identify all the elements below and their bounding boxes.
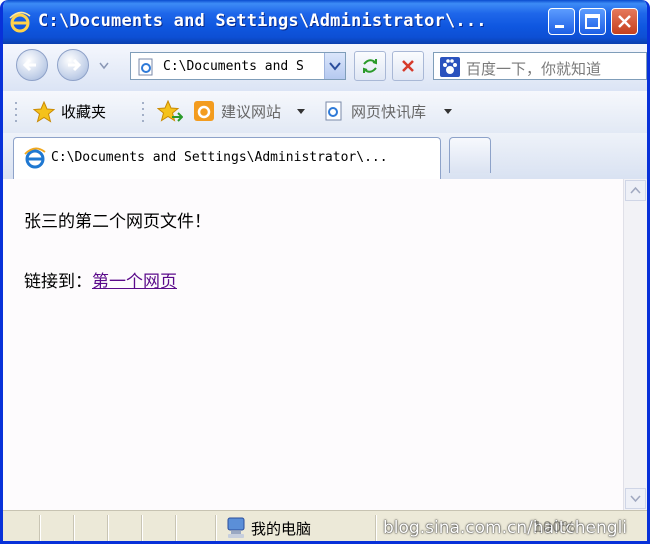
stop-icon <box>402 60 414 72</box>
tab-label: C:\Documents and Settings\Administrator\… <box>51 150 388 165</box>
status-divider <box>73 515 75 541</box>
security-zone-label: 我的电脑 <box>251 520 312 538</box>
first-page-link[interactable]: 第一个网页 <box>92 272 177 292</box>
status-divider <box>141 515 143 541</box>
zoom-level[interactable]: 100% <box>533 518 576 536</box>
scroll-down-button[interactable] <box>625 488 646 509</box>
back-arrow-icon <box>22 58 36 72</box>
status-bar: 我的电脑 blog.sina.com.cn/haitchengli 100% <box>3 510 647 541</box>
window-title: C:\Documents and Settings\Administrator\… <box>38 11 487 31</box>
chevron-up-icon <box>630 186 641 194</box>
baidu-paw-icon <box>440 57 460 77</box>
tab-current[interactable]: C:\Documents and Settings\Administrator\… <box>13 137 441 179</box>
favorites-bar: 收藏夹 建议网站 网页快讯库 <box>3 91 647 134</box>
address-input[interactable]: C:\Documents and S <box>163 59 317 74</box>
ie-logo-icon <box>9 11 31 33</box>
favorites-label: 收藏夹 <box>61 103 107 121</box>
stop-button[interactable] <box>392 51 424 81</box>
status-divider <box>107 515 109 541</box>
chevron-down-icon <box>630 495 641 503</box>
page-heading: 张三的第二个网页文件！ <box>24 212 211 232</box>
minimize-button[interactable] <box>548 8 575 35</box>
close-icon <box>618 15 631 28</box>
tab-bar: C:\Documents and Settings\Administrator\… <box>3 133 647 180</box>
web-slice-icon <box>325 101 342 121</box>
add-favorite-icon[interactable] <box>157 100 183 124</box>
refresh-button[interactable] <box>354 51 386 81</box>
link-line: 链接到：第一个网页 <box>24 267 177 292</box>
title-bar[interactable]: C:\Documents and Settings\Administrator\… <box>3 0 647 44</box>
status-divider <box>175 515 177 541</box>
status-divider <box>375 515 377 541</box>
back-button[interactable] <box>16 49 48 81</box>
link-prefix: 链接到： <box>24 272 92 292</box>
chevron-down-icon <box>329 62 341 71</box>
browser-window: C:\Documents and Settings\Administrator\… <box>0 0 650 544</box>
forward-button[interactable] <box>57 49 89 81</box>
maximize-icon <box>585 14 600 29</box>
toolbar-grip <box>15 102 17 122</box>
toolbar-separator <box>142 102 144 122</box>
ie-logo-icon <box>24 147 46 169</box>
page-icon <box>138 58 153 76</box>
maximize-button[interactable] <box>579 8 606 35</box>
chevron-down-icon <box>444 109 452 114</box>
vertical-scrollbar[interactable] <box>623 179 647 510</box>
close-window-button[interactable] <box>611 8 638 35</box>
forward-arrow-icon <box>68 58 82 72</box>
refresh-icon <box>363 59 377 73</box>
watermark-text: blog.sina.com.cn/haitchengli <box>383 518 628 538</box>
status-divider <box>215 515 217 541</box>
search-input[interactable]: 百度一下，你就知道 <box>466 58 601 79</box>
page-content: 张三的第二个网页文件！ 链接到：第一个网页 <box>3 179 623 510</box>
history-dropdown-icon[interactable] <box>99 62 109 70</box>
suggested-sites-label: 建议网站 <box>221 103 282 121</box>
address-bar[interactable]: C:\Documents and S <box>130 52 346 80</box>
web-slice-label: 网页快讯库 <box>351 103 427 121</box>
my-computer-icon <box>227 517 245 538</box>
star-icon <box>33 101 55 123</box>
scroll-up-button[interactable] <box>625 180 646 201</box>
new-tab-button[interactable] <box>449 137 491 173</box>
chevron-down-icon <box>297 109 305 114</box>
minimize-icon <box>555 25 564 28</box>
search-box[interactable]: 百度一下，你就知道 <box>433 52 647 80</box>
address-dropdown-button[interactable] <box>324 53 345 79</box>
status-divider <box>39 515 41 541</box>
suggested-sites-icon <box>194 101 214 121</box>
navigation-toolbar: C:\Documents and S 百度一下，你就知道 <box>3 44 647 92</box>
